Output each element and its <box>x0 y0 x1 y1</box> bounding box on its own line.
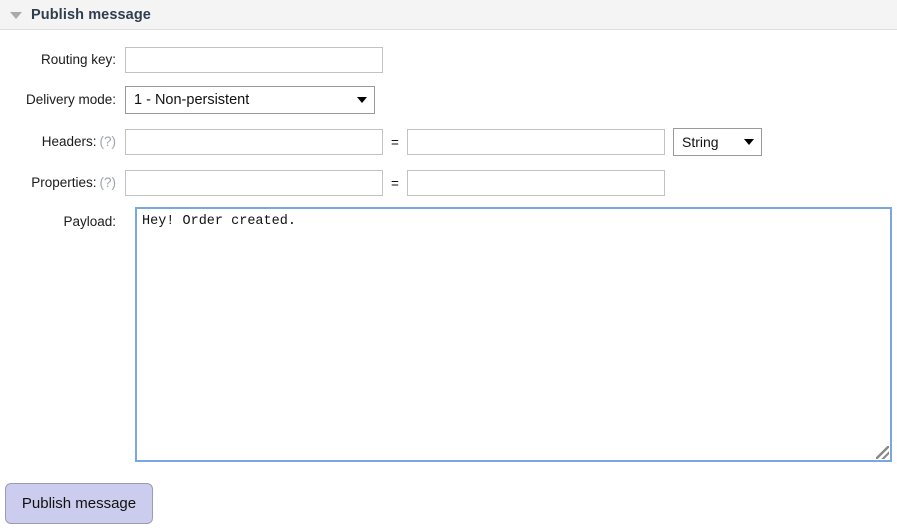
chevron-down-icon <box>357 97 367 103</box>
delivery-mode-select[interactable]: 1 - Non-persistent <box>125 86 375 114</box>
routing-key-input[interactable] <box>125 47 383 73</box>
page-title: Publish message <box>31 6 151 23</box>
payload-field-wrapper <box>135 207 892 462</box>
payload-label: Payload: <box>63 214 116 229</box>
chevron-down-icon <box>744 139 754 145</box>
triangle-down-icon[interactable] <box>10 11 22 19</box>
delivery-mode-selected-value: 1 - Non-persistent <box>134 92 250 108</box>
headers-key-input[interactable] <box>125 129 383 155</box>
headers-type-select[interactable]: String <box>673 128 762 156</box>
payload-textarea[interactable] <box>135 207 892 462</box>
routing-key-label: Routing key: <box>40 52 116 67</box>
properties-label-text: Properties: <box>31 175 97 190</box>
headers-value-input[interactable] <box>407 129 665 155</box>
headers-type-selected-value: String <box>682 134 719 150</box>
routing-key-row: Routing key: <box>0 46 383 74</box>
delivery-mode-label: Delivery mode: <box>25 92 116 107</box>
publish-message-button[interactable]: Publish message <box>5 483 153 524</box>
properties-label: Properties: (?) <box>0 169 125 197</box>
headers-label-text: Headers: <box>41 134 97 149</box>
headers-label: Headers: (?) <box>0 128 125 156</box>
properties-value-input[interactable] <box>407 170 665 196</box>
properties-row: Properties: (?) = <box>0 169 665 197</box>
publish-message-section-header[interactable]: Publish message <box>0 0 897 30</box>
headers-help-icon[interactable]: (?) <box>100 134 117 149</box>
properties-key-input[interactable] <box>125 170 383 196</box>
properties-help-icon[interactable]: (?) <box>100 175 117 190</box>
delivery-mode-row: Delivery mode: 1 - Non-persistent <box>0 86 375 114</box>
headers-equals-sign: = <box>391 134 399 150</box>
headers-row: Headers: (?) = String <box>0 128 762 156</box>
properties-equals-sign: = <box>391 175 399 191</box>
